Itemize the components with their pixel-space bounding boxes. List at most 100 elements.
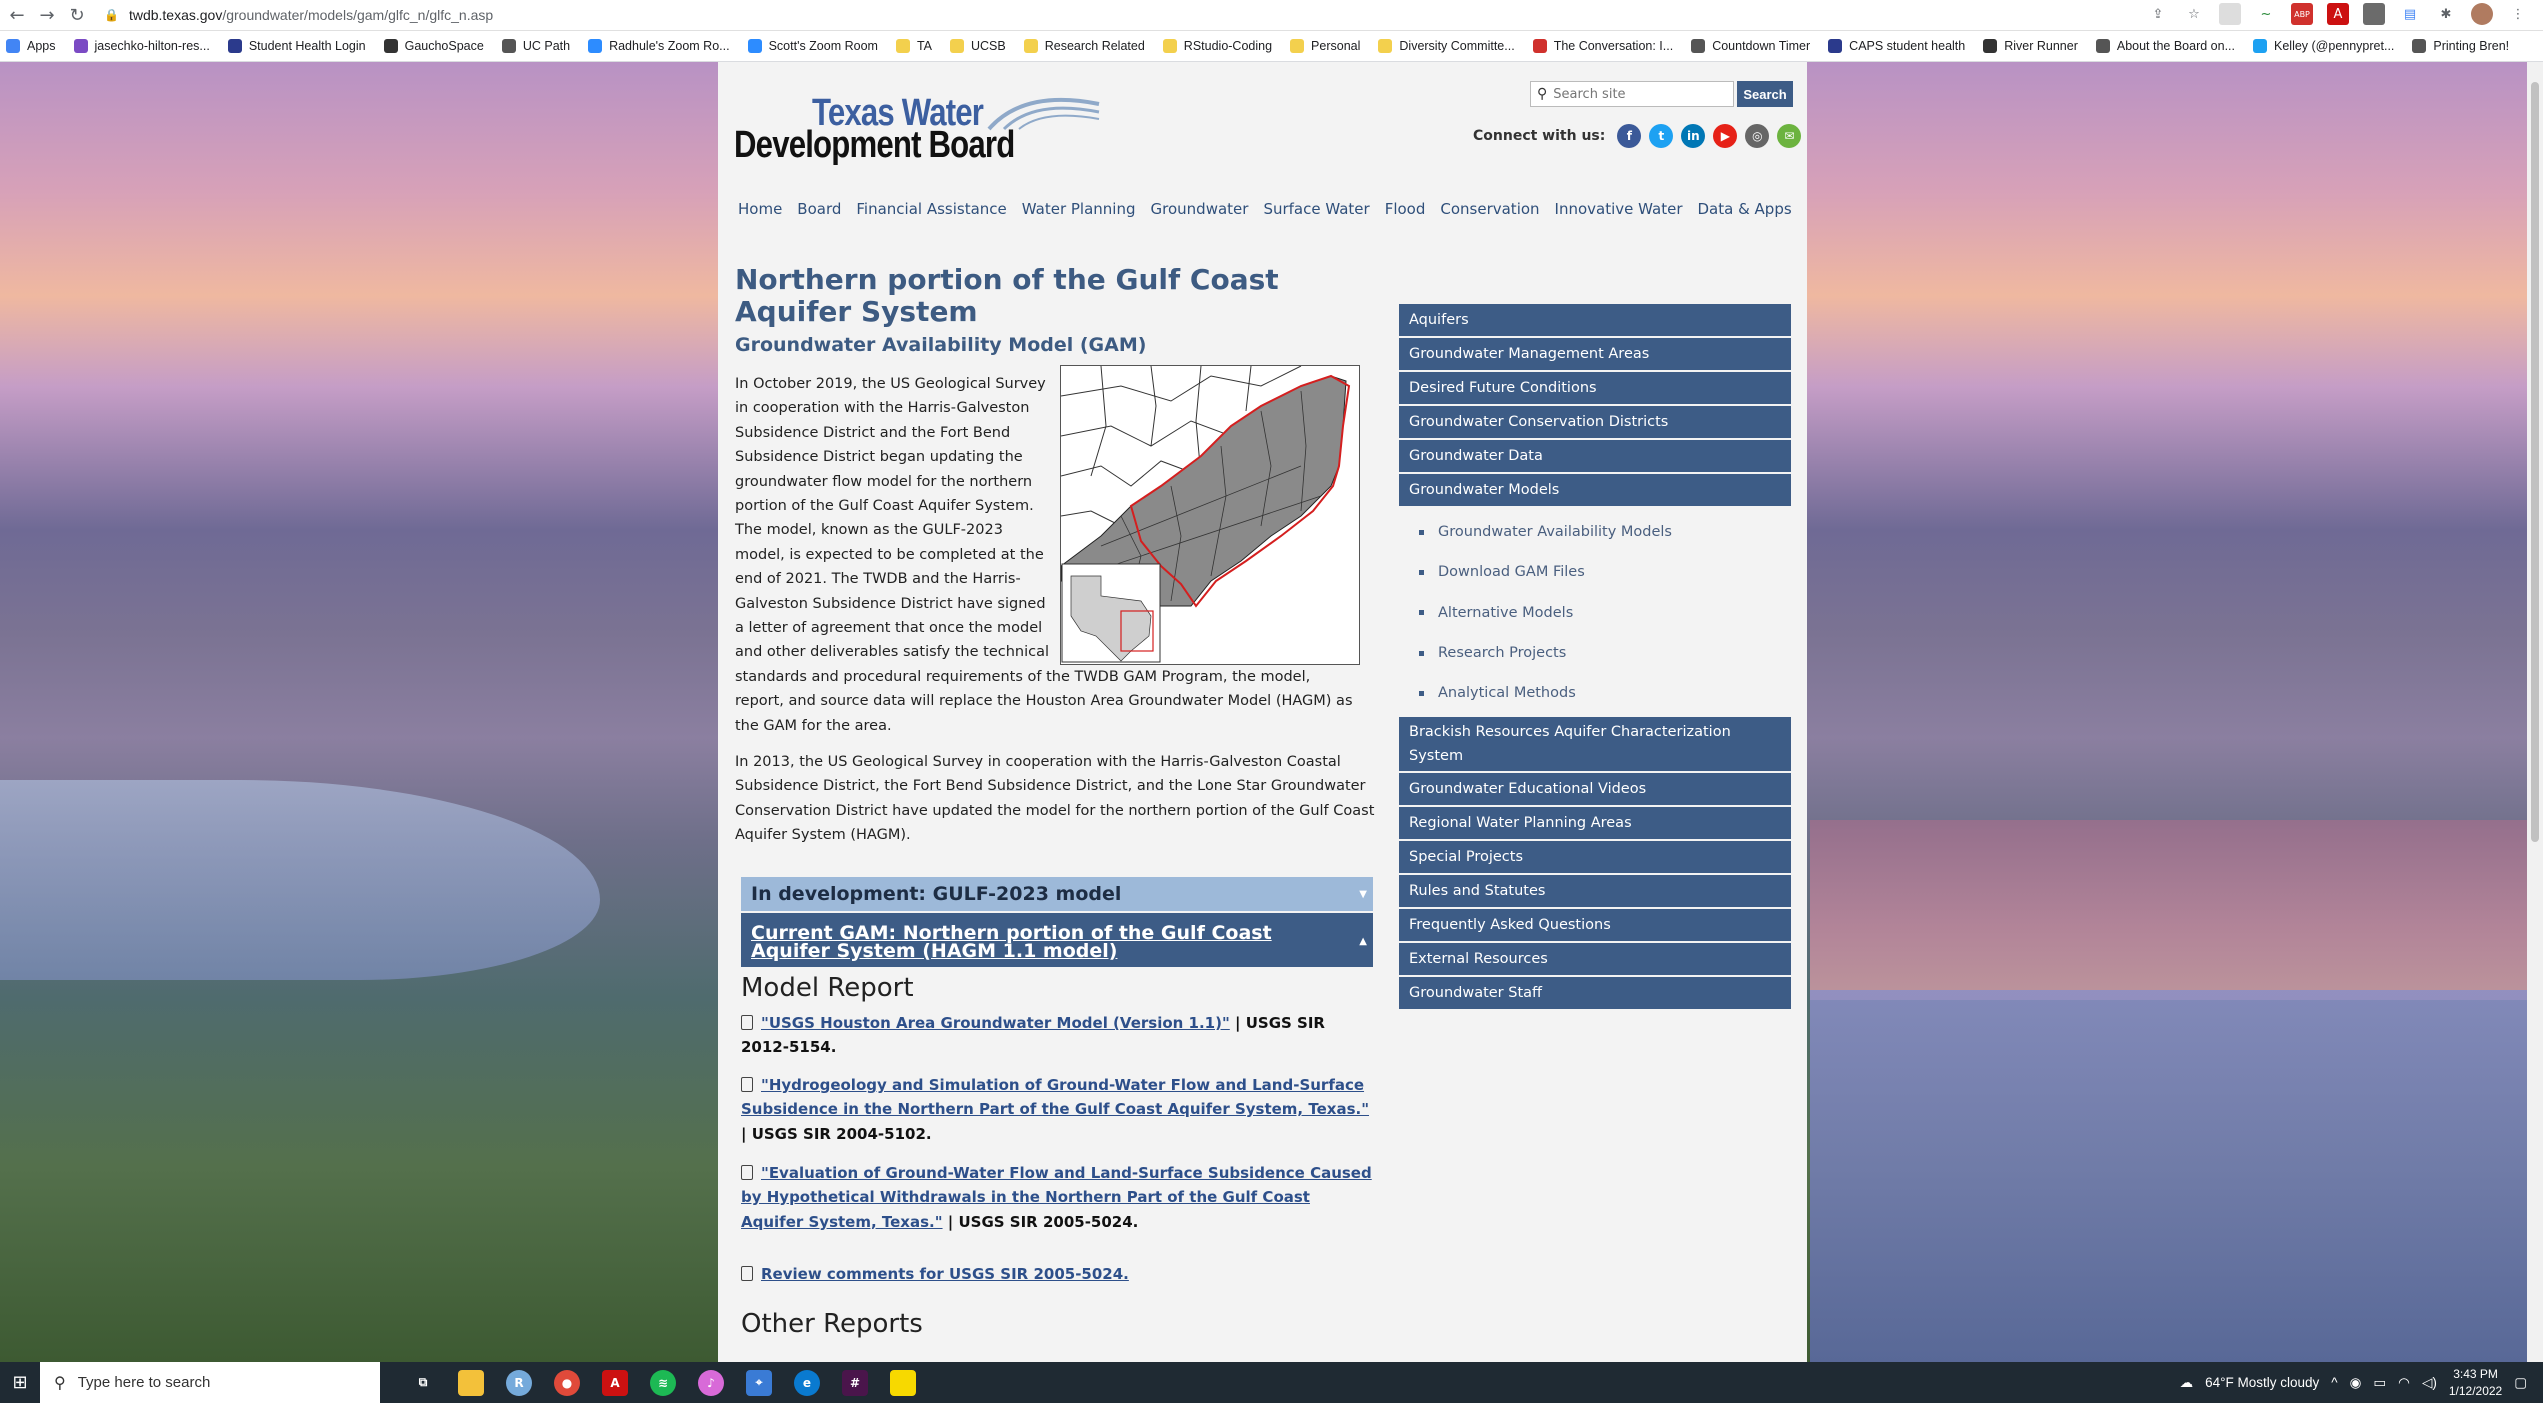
sidebar-item-external-resources[interactable]: External Resources xyxy=(1399,943,1791,978)
windows-start-icon[interactable]: ⊞ xyxy=(0,1362,40,1403)
chrome-icon[interactable]: ● xyxy=(554,1369,580,1396)
sidebar-item-groundwater-educational-videos[interactable]: Groundwater Educational Videos xyxy=(1399,773,1791,808)
nav-item-home[interactable]: Home xyxy=(738,200,782,218)
slack-icon[interactable]: # xyxy=(842,1369,868,1396)
docs-extension-icon[interactable]: ▤ xyxy=(2399,3,2421,25)
bookmark-item[interactable]: The Conversation: I... xyxy=(1532,39,1673,53)
bookmark-item[interactable]: jasechko-hilton-res... xyxy=(73,39,210,53)
nav-item-innovative-water[interactable]: Innovative Water xyxy=(1555,200,1683,218)
bookmark-star-icon[interactable]: ☆ xyxy=(2183,3,2205,25)
accordion-gulf-2023[interactable]: In development: GULF-2023 model ▼ xyxy=(741,877,1373,911)
bookmark-item[interactable]: Scott's Zoom Room xyxy=(747,39,878,53)
bookmark-item[interactable]: UC Path xyxy=(501,39,570,53)
sidebar-subitem-alternative-models[interactable]: Alternative Models xyxy=(1399,593,1791,633)
extension-icon[interactable] xyxy=(2219,3,2241,25)
bookmark-item[interactable]: About the Board on... xyxy=(2095,39,2235,53)
bookmark-item[interactable]: UCSB xyxy=(950,39,1006,53)
task-view-icon[interactable]: ⧉ xyxy=(410,1370,436,1396)
sidebar-item-aquifers[interactable]: Aquifers xyxy=(1399,304,1791,338)
weather-icon[interactable]: ☁ xyxy=(2180,1375,2194,1391)
nav-item-conservation[interactable]: Conservation xyxy=(1440,200,1539,218)
sidebar-item-groundwater-management-areas[interactable]: Groundwater Management Areas xyxy=(1399,338,1791,372)
email-icon[interactable]: ✉ xyxy=(1777,124,1802,148)
itunes-icon[interactable]: ♪ xyxy=(698,1369,724,1396)
avatar[interactable] xyxy=(2471,3,2493,25)
accordion-current-gam[interactable]: Current GAM: Northern portion of the Gul… xyxy=(741,913,1373,967)
sidebar-item-special-projects[interactable]: Special Projects xyxy=(1399,841,1791,876)
notification-icon[interactable]: ▢ xyxy=(2514,1375,2527,1391)
bookmark-item[interactable]: TA xyxy=(895,39,932,53)
bookmark-item[interactable]: River Runner xyxy=(1983,39,2078,53)
sticky-notes-icon[interactable] xyxy=(890,1369,916,1396)
linkedin-icon[interactable]: in xyxy=(1681,124,1706,148)
page-scrollbar[interactable] xyxy=(2527,62,2543,1362)
bookmark-item[interactable]: Radhule's Zoom Ro... xyxy=(588,39,730,53)
sidebar-item-groundwater-conservation-districts[interactable]: Groundwater Conservation Districts xyxy=(1399,406,1791,440)
twitter-icon[interactable]: t xyxy=(1649,124,1674,148)
url-field[interactable]: twdb.texas.gov/groundwater/models/gam/gl… xyxy=(129,7,493,23)
search-input[interactable] xyxy=(1553,86,1724,102)
battery-icon[interactable]: ▭ xyxy=(2373,1375,2386,1391)
network-icon[interactable]: ◉ xyxy=(2350,1375,2362,1391)
tray-overflow-icon[interactable]: ^ xyxy=(2331,1375,2337,1390)
spotify-icon[interactable]: ≋ xyxy=(650,1369,676,1396)
lock-icon[interactable]: 🔒 xyxy=(104,8,119,22)
wifi-icon[interactable]: ◠ xyxy=(2398,1375,2410,1391)
back-icon[interactable]: ← xyxy=(4,2,30,28)
nav-item-data-apps[interactable]: Data & Apps xyxy=(1698,200,1792,218)
bookmark-item[interactable]: Personal xyxy=(1290,39,1360,53)
nav-item-financial-assistance[interactable]: Financial Assistance xyxy=(856,200,1006,218)
site-logo[interactable]: Texas Water Development Board xyxy=(734,84,1100,166)
taskbar-search[interactable]: ⚲ Type here to search xyxy=(40,1362,380,1403)
instagram-icon[interactable]: ◎ xyxy=(1745,124,1770,148)
document-link[interactable]: Review comments for USGS SIR 2005-5024. xyxy=(761,1265,1129,1283)
maps-icon[interactable]: ⌖ xyxy=(746,1369,772,1396)
bookmark-item[interactable]: Kelley (@pennypret... xyxy=(2253,39,2394,53)
sidebar-subitem-research-projects[interactable]: Research Projects xyxy=(1399,633,1791,673)
rstudio-icon[interactable]: R xyxy=(506,1369,532,1396)
bookmark-item[interactable]: Diversity Committe... xyxy=(1378,39,1515,53)
bookmark-apps[interactable]: Apps xyxy=(6,39,56,53)
adblock-icon[interactable]: ABP xyxy=(2291,3,2313,25)
share-icon[interactable]: ⇪ xyxy=(2147,3,2169,25)
scrollbar-thumb[interactable] xyxy=(2531,82,2539,842)
pdf-extension-icon[interactable]: A xyxy=(2327,3,2349,25)
extension-icon[interactable]: ~ xyxy=(2255,3,2277,25)
sidebar-item-groundwater-models[interactable]: Groundwater Models xyxy=(1399,474,1791,508)
sidebar-item-brackish-resources-aquifer-characterization-system[interactable]: Brackish Resources Aquifer Characterizat… xyxy=(1399,717,1791,774)
bookmark-item[interactable]: RStudio-Coding xyxy=(1162,39,1272,53)
sidebar-item-desired-future-conditions[interactable]: Desired Future Conditions xyxy=(1399,372,1791,406)
bookmark-item[interactable]: Student Health Login xyxy=(227,39,366,53)
volume-icon[interactable]: ◁) xyxy=(2422,1375,2437,1391)
nav-item-groundwater[interactable]: Groundwater xyxy=(1151,200,1249,218)
nav-item-surface-water[interactable]: Surface Water xyxy=(1263,200,1369,218)
bookmark-item[interactable]: Countdown Timer xyxy=(1691,39,1810,53)
sidebar-item-frequently-asked-questions[interactable]: Frequently Asked Questions xyxy=(1399,909,1791,944)
bookmark-item[interactable]: Printing Bren! xyxy=(2412,39,2509,53)
menu-icon[interactable]: ⋮ xyxy=(2507,3,2529,25)
nav-item-water-planning[interactable]: Water Planning xyxy=(1022,200,1136,218)
puzzle-icon[interactable]: ✱ xyxy=(2435,3,2457,25)
acrobat-icon[interactable]: A xyxy=(602,1369,628,1396)
clock[interactable]: 3:43 PM 1/12/2022 xyxy=(2449,1366,2502,1400)
forward-icon[interactable]: → xyxy=(34,2,60,28)
extension-icon[interactable] xyxy=(2363,3,2385,25)
document-link[interactable]: "USGS Houston Area Groundwater Model (Ve… xyxy=(761,1014,1230,1032)
weather-text[interactable]: 64°F Mostly cloudy xyxy=(2205,1375,2319,1390)
edge-icon[interactable]: e xyxy=(794,1369,820,1396)
bookmark-item[interactable]: GauchoSpace xyxy=(383,39,484,53)
facebook-icon[interactable]: f xyxy=(1617,124,1642,148)
bookmark-item[interactable]: Research Related xyxy=(1023,39,1145,53)
document-link[interactable]: "Hydrogeology and Simulation of Ground-W… xyxy=(741,1076,1369,1118)
reload-icon[interactable]: ↻ xyxy=(64,2,90,28)
sidebar-subitem-groundwater-availability-models[interactable]: Groundwater Availability Models xyxy=(1399,512,1791,552)
sidebar-item-groundwater-data[interactable]: Groundwater Data xyxy=(1399,440,1791,474)
nav-item-board[interactable]: Board xyxy=(797,200,841,218)
youtube-icon[interactable]: ▶ xyxy=(1713,124,1738,148)
bookmark-item[interactable]: CAPS student health xyxy=(1828,39,1965,53)
nav-item-flood[interactable]: Flood xyxy=(1385,200,1426,218)
search-button[interactable]: Search xyxy=(1737,81,1793,107)
file-explorer-icon[interactable] xyxy=(458,1369,484,1396)
sidebar-item-rules-and-statutes[interactable]: Rules and Statutes xyxy=(1399,875,1791,910)
sidebar-item-groundwater-staff[interactable]: Groundwater Staff xyxy=(1399,977,1791,1012)
